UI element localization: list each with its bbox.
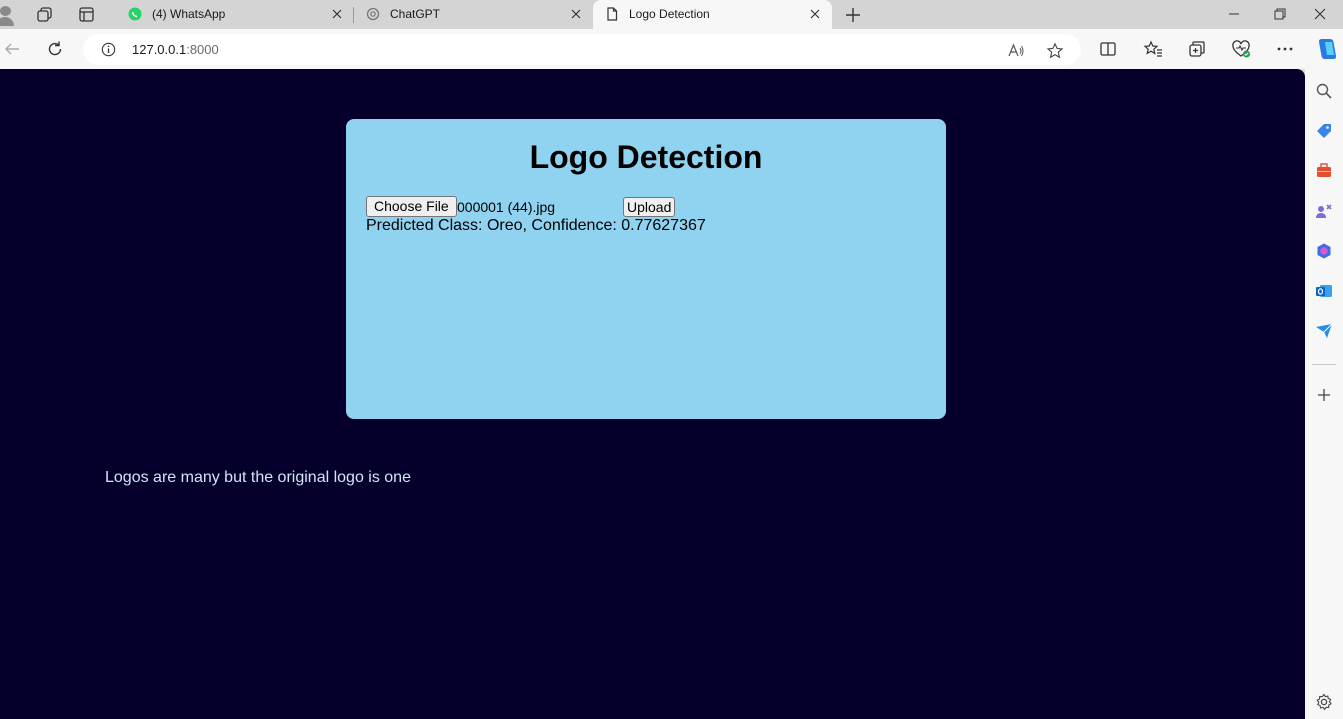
- workspaces-icon[interactable]: [36, 6, 53, 23]
- new-tab-icon[interactable]: [843, 5, 863, 25]
- choose-file-button[interactable]: Choose File: [366, 196, 457, 217]
- shopping-tag-icon[interactable]: [1315, 122, 1333, 140]
- info-icon[interactable]: [101, 42, 116, 57]
- browser-toolbar: 127.0.0.1:8000: [0, 29, 1343, 69]
- chatgpt-icon: [366, 7, 380, 21]
- close-icon: [1314, 8, 1326, 20]
- close-tab-icon[interactable]: [330, 7, 344, 21]
- url-text[interactable]: 127.0.0.1:8000: [132, 42, 219, 57]
- tab-whatsapp[interactable]: (4) WhatsApp: [116, 0, 354, 29]
- tab-title: Logo Detection: [629, 7, 710, 21]
- page-icon: [607, 7, 618, 21]
- page-title: Logo Detection: [529, 139, 763, 175]
- tab-title: ChatGPT: [390, 7, 441, 21]
- prediction-result: Predicted Class: Oreo, Confidence: 0.776…: [366, 217, 706, 234]
- tab-title: (4) WhatsApp: [152, 7, 226, 21]
- microsoft-365-icon[interactable]: [1315, 242, 1333, 260]
- minimize-button[interactable]: [1211, 0, 1257, 29]
- whatsapp-icon: [128, 7, 142, 21]
- url-port: :8000: [186, 42, 219, 57]
- close-tab-icon[interactable]: [569, 7, 583, 21]
- sidebar-divider: [1312, 364, 1336, 365]
- tools-icon[interactable]: [1315, 162, 1333, 180]
- split-screen-icon[interactable]: [1098, 39, 1118, 59]
- copilot-icon[interactable]: [1314, 36, 1340, 62]
- tab-strip: (4) WhatsApp ChatGPT Logo Detection: [0, 0, 1343, 29]
- more-options-icon[interactable]: [1275, 39, 1295, 59]
- tab-chatgpt[interactable]: ChatGPT: [354, 0, 593, 29]
- search-icon[interactable]: [1315, 82, 1333, 100]
- settings-gear-icon[interactable]: [1315, 693, 1333, 711]
- favorite-star-icon[interactable]: [1046, 42, 1064, 60]
- tagline-text: Logos are many but the original logo is …: [105, 469, 411, 486]
- page-content: Logo Detection Choose File 000001 (44).j…: [0, 69, 1305, 719]
- upload-card: Logo Detection Choose File 000001 (44).j…: [346, 119, 946, 419]
- send-icon[interactable]: [1315, 322, 1333, 340]
- tab-actions-icon[interactable]: [78, 6, 95, 23]
- tab-logo-detection[interactable]: Logo Detection: [593, 0, 832, 29]
- url-host: 127.0.0.1: [132, 42, 187, 57]
- refresh-icon[interactable]: [45, 39, 65, 59]
- upload-button[interactable]: Upload: [623, 197, 676, 217]
- collections-icon[interactable]: [1187, 39, 1207, 59]
- back-icon[interactable]: [2, 39, 22, 59]
- outlook-icon[interactable]: [1315, 282, 1333, 300]
- favorites-icon[interactable]: [1143, 39, 1163, 59]
- selected-file-name: 000001 (44).jpg: [457, 199, 556, 215]
- address-bar[interactable]: 127.0.0.1:8000: [83, 34, 1081, 65]
- profile-icon[interactable]: [0, 4, 18, 26]
- close-window-button[interactable]: [1297, 0, 1343, 29]
- edge-sidebar: [1305, 69, 1343, 719]
- add-icon[interactable]: [1315, 386, 1333, 404]
- games-icon[interactable]: [1315, 202, 1333, 220]
- minimize-icon: [1229, 13, 1239, 15]
- restore-icon: [1274, 8, 1286, 20]
- close-tab-icon[interactable]: [808, 7, 822, 21]
- browser-essentials-icon[interactable]: [1231, 39, 1251, 59]
- read-aloud-icon[interactable]: [1007, 42, 1025, 60]
